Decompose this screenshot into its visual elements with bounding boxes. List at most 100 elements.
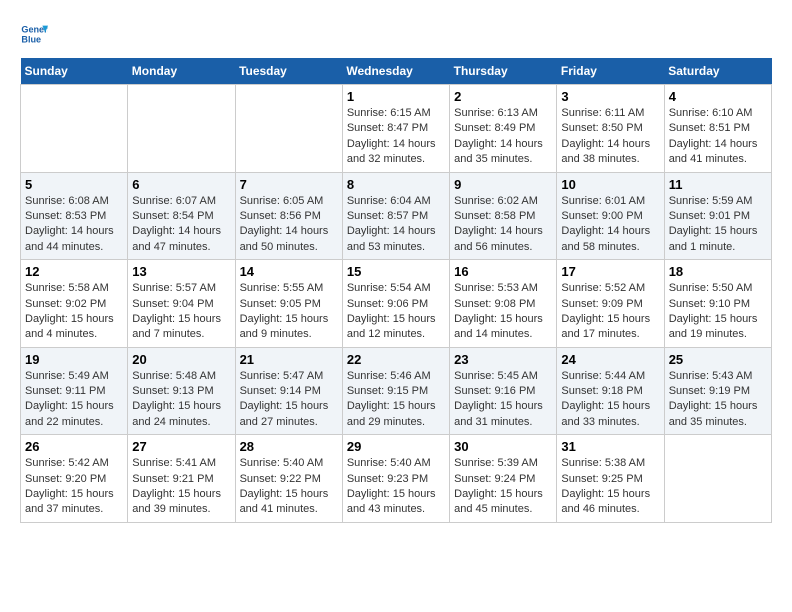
day-info: Sunrise: 5:38 AM Sunset: 9:25 PM Dayligh… <box>561 456 659 518</box>
day-number: 5 <box>25 177 123 192</box>
calendar-cell: 24 Sunrise: 5:44 AM Sunset: 9:18 PM Dayli… <box>557 347 664 435</box>
day-header-monday: Monday <box>128 58 235 85</box>
day-info: Sunrise: 5:44 AM Sunset: 9:18 PM Dayligh… <box>561 369 659 431</box>
day-info: Sunrise: 5:43 AM Sunset: 9:19 PM Dayligh… <box>669 369 767 431</box>
day-info: Sunrise: 5:59 AM Sunset: 9:01 PM Dayligh… <box>669 194 767 256</box>
day-number: 7 <box>240 177 338 192</box>
calendar-week-2: 5 Sunrise: 6:08 AM Sunset: 8:53 PM Daylig… <box>21 172 772 260</box>
calendar-week-4: 19Sunrise: 5:49 AM Sunset: 9:11 PM Dayli… <box>21 347 772 435</box>
day-number: 18 <box>669 264 767 279</box>
calendar-cell: 3 Sunrise: 6:11 AM Sunset: 8:50 PM Daylig… <box>557 85 664 173</box>
calendar-cell: 10 Sunrise: 6:01 AM Sunset: 9:00 PM Dayli… <box>557 172 664 260</box>
calendar-cell: 31 Sunrise: 5:38 AM Sunset: 9:25 PM Dayli… <box>557 435 664 523</box>
day-number: 25 <box>669 352 767 367</box>
svg-text:Blue: Blue <box>21 34 41 44</box>
day-info: Sunrise: 6:01 AM Sunset: 9:00 PM Dayligh… <box>561 194 659 256</box>
day-number: 31 <box>561 439 659 454</box>
calendar-table: SundayMondayTuesdayWednesdayThursdayFrid… <box>20 58 772 523</box>
logo-icon: General Blue <box>20 20 48 48</box>
day-number: 20 <box>132 352 230 367</box>
day-number: 8 <box>347 177 445 192</box>
day-header-tuesday: Tuesday <box>235 58 342 85</box>
day-number: 3 <box>561 89 659 104</box>
day-info: Sunrise: 6:04 AM Sunset: 8:57 PM Dayligh… <box>347 194 445 256</box>
calendar-cell: 12 Sunrise: 5:58 AM Sunset: 9:02 PM Dayli… <box>21 260 128 348</box>
day-number: 29 <box>347 439 445 454</box>
day-number: 30 <box>454 439 552 454</box>
calendar-cell: 14Sunrise: 5:55 AM Sunset: 9:05 PM Dayli… <box>235 260 342 348</box>
calendar-cell: 18 Sunrise: 5:50 AM Sunset: 9:10 PM Dayli… <box>664 260 771 348</box>
day-info: Sunrise: 5:46 AM Sunset: 9:15 PM Dayligh… <box>347 369 445 431</box>
day-number: 14 <box>240 264 338 279</box>
day-info: Sunrise: 6:11 AM Sunset: 8:50 PM Dayligh… <box>561 106 659 168</box>
day-info: Sunrise: 6:02 AM Sunset: 8:58 PM Dayligh… <box>454 194 552 256</box>
day-number: 10 <box>561 177 659 192</box>
day-number: 4 <box>669 89 767 104</box>
day-header-sunday: Sunday <box>21 58 128 85</box>
day-info: Sunrise: 5:49 AM Sunset: 9:11 PM Dayligh… <box>25 369 123 431</box>
day-number: 2 <box>454 89 552 104</box>
day-info: Sunrise: 5:42 AM Sunset: 9:20 PM Dayligh… <box>25 456 123 518</box>
day-number: 21 <box>240 352 338 367</box>
day-info: Sunrise: 5:54 AM Sunset: 9:06 PM Dayligh… <box>347 281 445 343</box>
day-header-thursday: Thursday <box>450 58 557 85</box>
calendar-cell: 11 Sunrise: 5:59 AM Sunset: 9:01 PM Dayli… <box>664 172 771 260</box>
calendar-cell: 21Sunrise: 5:47 AM Sunset: 9:14 PM Dayli… <box>235 347 342 435</box>
day-info: Sunrise: 6:15 AM Sunset: 8:47 PM Dayligh… <box>347 106 445 168</box>
day-info: Sunrise: 5:41 AM Sunset: 9:21 PM Dayligh… <box>132 456 230 518</box>
calendar-cell: 16 Sunrise: 5:53 AM Sunset: 9:08 PM Dayli… <box>450 260 557 348</box>
day-number: 23 <box>454 352 552 367</box>
calendar-cell: 4 Sunrise: 6:10 AM Sunset: 8:51 PM Daylig… <box>664 85 771 173</box>
day-number: 1 <box>347 89 445 104</box>
calendar-cell: 27Sunrise: 5:41 AM Sunset: 9:21 PM Dayli… <box>128 435 235 523</box>
calendar-cell: 5 Sunrise: 6:08 AM Sunset: 8:53 PM Daylig… <box>21 172 128 260</box>
day-info: Sunrise: 5:53 AM Sunset: 9:08 PM Dayligh… <box>454 281 552 343</box>
day-info: Sunrise: 5:58 AM Sunset: 9:02 PM Dayligh… <box>25 281 123 343</box>
calendar-cell: 20 Sunrise: 5:48 AM Sunset: 9:13 PM Dayli… <box>128 347 235 435</box>
day-number: 9 <box>454 177 552 192</box>
day-header-wednesday: Wednesday <box>342 58 449 85</box>
day-info: Sunrise: 5:50 AM Sunset: 9:10 PM Dayligh… <box>669 281 767 343</box>
calendar-cell <box>128 85 235 173</box>
day-info: Sunrise: 5:57 AM Sunset: 9:04 PM Dayligh… <box>132 281 230 343</box>
day-info: Sunrise: 6:07 AM Sunset: 8:54 PM Dayligh… <box>132 194 230 256</box>
calendar-week-5: 26 Sunrise: 5:42 AM Sunset: 9:20 PM Dayli… <box>21 435 772 523</box>
day-number: 22 <box>347 352 445 367</box>
calendar-cell: 19Sunrise: 5:49 AM Sunset: 9:11 PM Dayli… <box>21 347 128 435</box>
day-number: 11 <box>669 177 767 192</box>
calendar-cell: 29 Sunrise: 5:40 AM Sunset: 9:23 PM Dayli… <box>342 435 449 523</box>
calendar-cell: 9 Sunrise: 6:02 AM Sunset: 8:58 PM Daylig… <box>450 172 557 260</box>
day-header-friday: Friday <box>557 58 664 85</box>
calendar-cell: 8 Sunrise: 6:04 AM Sunset: 8:57 PM Daylig… <box>342 172 449 260</box>
calendar-cell <box>664 435 771 523</box>
calendar-cell <box>21 85 128 173</box>
calendar-cell: 23Sunrise: 5:45 AM Sunset: 9:16 PM Dayli… <box>450 347 557 435</box>
day-number: 15 <box>347 264 445 279</box>
calendar-week-3: 12 Sunrise: 5:58 AM Sunset: 9:02 PM Dayli… <box>21 260 772 348</box>
day-info: Sunrise: 6:05 AM Sunset: 8:56 PM Dayligh… <box>240 194 338 256</box>
logo: General Blue <box>20 20 52 48</box>
day-info: Sunrise: 5:48 AM Sunset: 9:13 PM Dayligh… <box>132 369 230 431</box>
day-number: 26 <box>25 439 123 454</box>
day-number: 6 <box>132 177 230 192</box>
day-number: 12 <box>25 264 123 279</box>
day-info: Sunrise: 6:08 AM Sunset: 8:53 PM Dayligh… <box>25 194 123 256</box>
calendar-cell: 25 Sunrise: 5:43 AM Sunset: 9:19 PM Dayli… <box>664 347 771 435</box>
page-header: General Blue <box>20 20 772 48</box>
day-number: 28 <box>240 439 338 454</box>
calendar-week-1: 1 Sunrise: 6:15 AM Sunset: 8:47 PM Daylig… <box>21 85 772 173</box>
calendar-cell: 7 Sunrise: 6:05 AM Sunset: 8:56 PM Daylig… <box>235 172 342 260</box>
day-info: Sunrise: 5:52 AM Sunset: 9:09 PM Dayligh… <box>561 281 659 343</box>
day-number: 24 <box>561 352 659 367</box>
day-info: Sunrise: 5:40 AM Sunset: 9:23 PM Dayligh… <box>347 456 445 518</box>
calendar-cell: 15 Sunrise: 5:54 AM Sunset: 9:06 PM Dayli… <box>342 260 449 348</box>
day-info: Sunrise: 6:10 AM Sunset: 8:51 PM Dayligh… <box>669 106 767 168</box>
day-info: Sunrise: 6:13 AM Sunset: 8:49 PM Dayligh… <box>454 106 552 168</box>
header-row: SundayMondayTuesdayWednesdayThursdayFrid… <box>21 58 772 85</box>
calendar-cell: 1 Sunrise: 6:15 AM Sunset: 8:47 PM Daylig… <box>342 85 449 173</box>
day-number: 16 <box>454 264 552 279</box>
calendar-cell: 22 Sunrise: 5:46 AM Sunset: 9:15 PM Dayli… <box>342 347 449 435</box>
calendar-cell: 17 Sunrise: 5:52 AM Sunset: 9:09 PM Dayli… <box>557 260 664 348</box>
day-header-saturday: Saturday <box>664 58 771 85</box>
day-number: 17 <box>561 264 659 279</box>
